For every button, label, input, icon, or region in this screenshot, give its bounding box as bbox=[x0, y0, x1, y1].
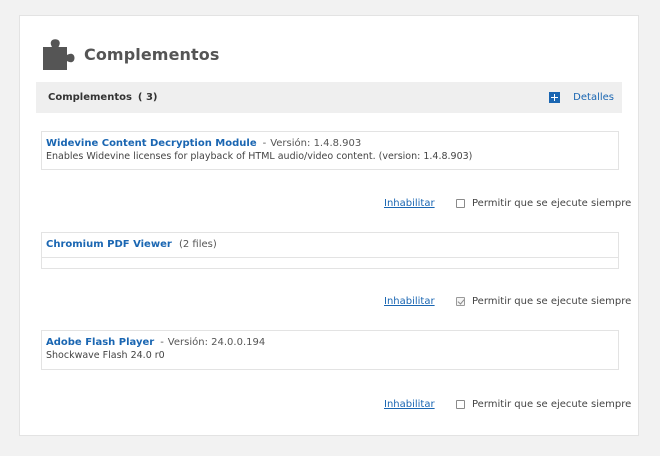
plugin-version: 24.0.0.194 bbox=[211, 337, 266, 348]
details-link[interactable]: Detalles bbox=[573, 92, 614, 103]
plugins-panel: Complementos Complementos ( 3) Detalles … bbox=[19, 15, 639, 436]
plugin-actions-pdf-viewer: Inhabilitar Permitir que se ejecute siem… bbox=[384, 294, 631, 308]
plugin-card-pdf-viewer: Chromium PDF Viewer (2 files) bbox=[41, 232, 619, 269]
plugin-name: Chromium PDF Viewer bbox=[46, 239, 172, 250]
disable-link[interactable]: Inhabilitar bbox=[384, 399, 456, 410]
details-toggle[interactable]: Detalles bbox=[549, 82, 614, 113]
plugin-header: Adobe Flash Player - Versión: 24.0.0.194 bbox=[42, 336, 618, 349]
plugin-header: Widevine Content Decryption Module - Versi… bbox=[42, 137, 618, 150]
always-allow-label: Permitir que se ejecute siempre bbox=[472, 197, 632, 209]
plugin-version: 1.4.8.903 bbox=[313, 138, 362, 149]
page-header: Complementos bbox=[40, 34, 219, 74]
plugin-description: Shockwave Flash 24.0 r0 bbox=[46, 350, 165, 361]
plus-icon[interactable] bbox=[549, 92, 561, 103]
divider bbox=[42, 257, 618, 258]
always-allow-checkbox[interactable] bbox=[456, 198, 465, 208]
plugin-description: Enables Widevine licenses for playback o… bbox=[46, 151, 473, 162]
puzzle-icon bbox=[43, 39, 75, 70]
separator: - bbox=[160, 337, 164, 348]
plugin-count: ( 3) bbox=[137, 92, 158, 103]
always-allow-label: Permitir que se ejecute siempre bbox=[472, 398, 632, 410]
disable-link[interactable]: Inhabilitar bbox=[384, 198, 456, 209]
plugin-header: Chromium PDF Viewer (2 files) bbox=[42, 238, 618, 251]
plugin-actions-flash: Inhabilitar Permitir que se ejecute siem… bbox=[384, 397, 631, 411]
version-label: Versión: bbox=[270, 138, 311, 149]
plugin-actions-widevine: Inhabilitar Permitir que se ejecute siem… bbox=[384, 196, 631, 210]
plugin-card-widevine: Widevine Content Decryption Module - Versi… bbox=[41, 131, 619, 170]
plugin-card-flash: Adobe Flash Player - Versión: 24.0.0.194 S… bbox=[41, 330, 619, 370]
plugin-files: (2 files) bbox=[178, 239, 217, 250]
page-title: Complementos bbox=[84, 44, 220, 64]
section-header: Complementos ( 3) Detalles bbox=[36, 82, 622, 113]
always-allow-checkbox[interactable] bbox=[456, 296, 465, 306]
plugin-name: Adobe Flash Player bbox=[46, 337, 155, 348]
section-title: Complementos bbox=[48, 92, 132, 103]
always-allow-checkbox[interactable] bbox=[456, 399, 465, 409]
disable-link[interactable]: Inhabilitar bbox=[384, 296, 456, 307]
always-allow-label: Permitir que se ejecute siempre bbox=[472, 295, 632, 307]
plugin-name: Widevine Content Decryption Module bbox=[46, 138, 257, 149]
version-label: Versión: bbox=[167, 337, 208, 348]
separator: - bbox=[262, 138, 267, 149]
